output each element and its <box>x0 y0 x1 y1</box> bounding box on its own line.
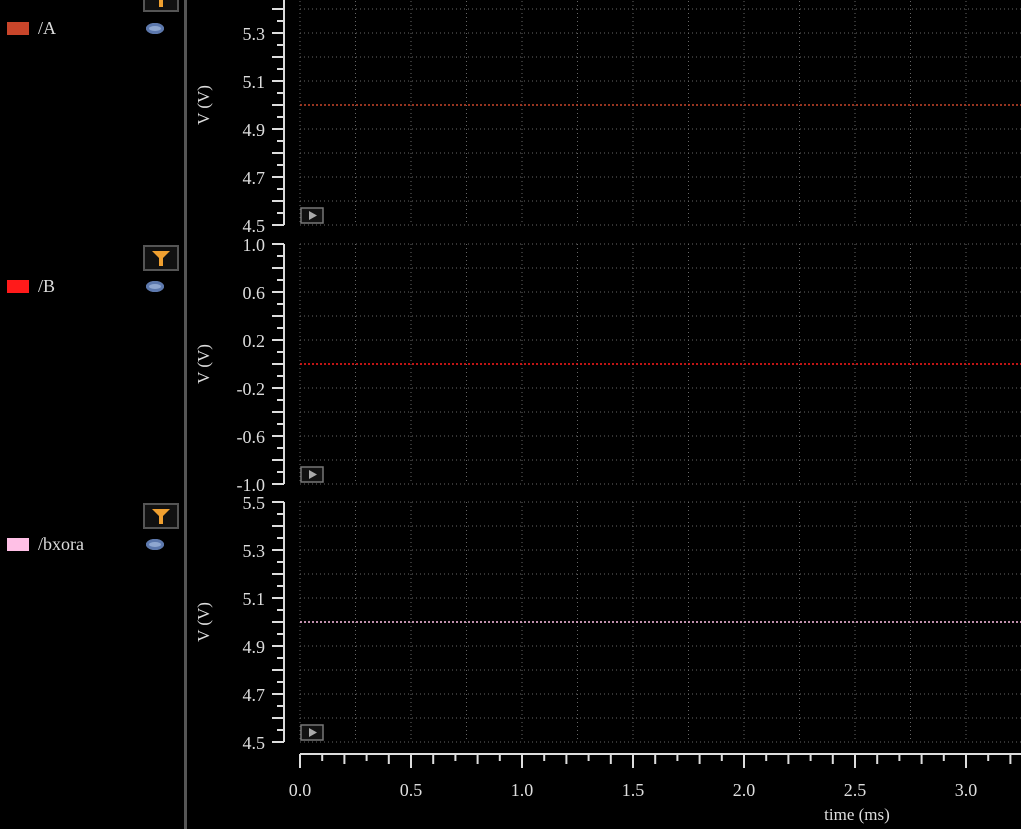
play-marker-button[interactable] <box>300 466 324 483</box>
signal-color-swatch[interactable] <box>7 280 29 293</box>
waveform-plot-area: 4.5 4.7 4.9 5.1 5.3 V (V) -1.0 -0.6 -0.2 0.2 0.6 1.… <box>194 0 1021 824</box>
y-tick-label: 5.3 <box>243 24 266 44</box>
x-tick-label: 0.0 <box>289 780 312 800</box>
time-axis: 0.0 0.5 1.0 1.5 2.0 2.5 3.0 <box>289 753 1021 800</box>
filter-button[interactable] <box>143 245 179 271</box>
funnel-icon <box>152 251 170 266</box>
y-tick-label: -1.0 <box>237 475 266 495</box>
y-tick-label: 4.7 <box>243 168 266 188</box>
y-axis-label: V (V) <box>194 602 213 642</box>
y-tick-label: 4.5 <box>243 733 266 753</box>
filter-button[interactable] <box>143 503 179 529</box>
signal-color-swatch[interactable] <box>7 538 29 551</box>
waveform-strip: -1.0 -0.6 -0.2 0.2 0.6 1.0 V (V) <box>194 235 1021 495</box>
eye-icon[interactable] <box>146 539 164 550</box>
x-axis-label: time (ms) <box>824 805 890 824</box>
signal-name[interactable]: /bxora <box>38 534 84 555</box>
y-tick-label: 4.5 <box>243 216 266 236</box>
x-tick-label: 2.0 <box>733 780 756 800</box>
funnel-icon <box>152 509 170 524</box>
x-tick-label: 1.0 <box>511 780 534 800</box>
filter-button[interactable] <box>143 0 179 12</box>
y-tick-label: 5.1 <box>243 72 266 92</box>
y-tick-label: 1.0 <box>243 235 266 255</box>
signal-legend-panel: /A /B /bxora <box>0 0 184 829</box>
y-tick-label: 5.1 <box>243 589 266 609</box>
y-tick-label: 0.6 <box>243 283 266 303</box>
y-tick-label: 0.2 <box>243 331 266 351</box>
funnel-icon <box>159 0 163 7</box>
y-axis-label: V (V) <box>194 85 213 125</box>
x-tick-label: 1.5 <box>622 780 645 800</box>
y-tick-label: 5.5 <box>243 493 266 513</box>
x-tick-label: 2.5 <box>844 780 867 800</box>
x-tick-label: 0.5 <box>400 780 423 800</box>
y-tick-label: 4.9 <box>243 637 266 657</box>
signal-name[interactable]: /B <box>38 276 55 297</box>
waveform-strip: 4.5 4.7 4.9 5.1 5.3 V (V) <box>194 0 1021 236</box>
eye-icon[interactable] <box>146 281 164 292</box>
play-marker-button[interactable] <box>300 207 324 224</box>
y-tick-label: 4.7 <box>243 685 266 705</box>
y-tick-label: 5.3 <box>243 541 266 561</box>
play-marker-button[interactable] <box>300 724 324 741</box>
waveform-strip: 4.5 4.7 4.9 5.1 5.3 5.5 V (V) <box>194 493 1021 753</box>
y-axis-label: V (V) <box>194 344 213 384</box>
eye-icon[interactable] <box>146 23 164 34</box>
signal-color-swatch[interactable] <box>7 22 29 35</box>
y-tick-label: -0.2 <box>237 379 266 399</box>
y-tick-label: -0.6 <box>237 427 266 447</box>
x-tick-label: 3.0 <box>955 780 978 800</box>
signal-name[interactable]: /A <box>38 18 56 39</box>
y-tick-label: 4.9 <box>243 120 266 140</box>
